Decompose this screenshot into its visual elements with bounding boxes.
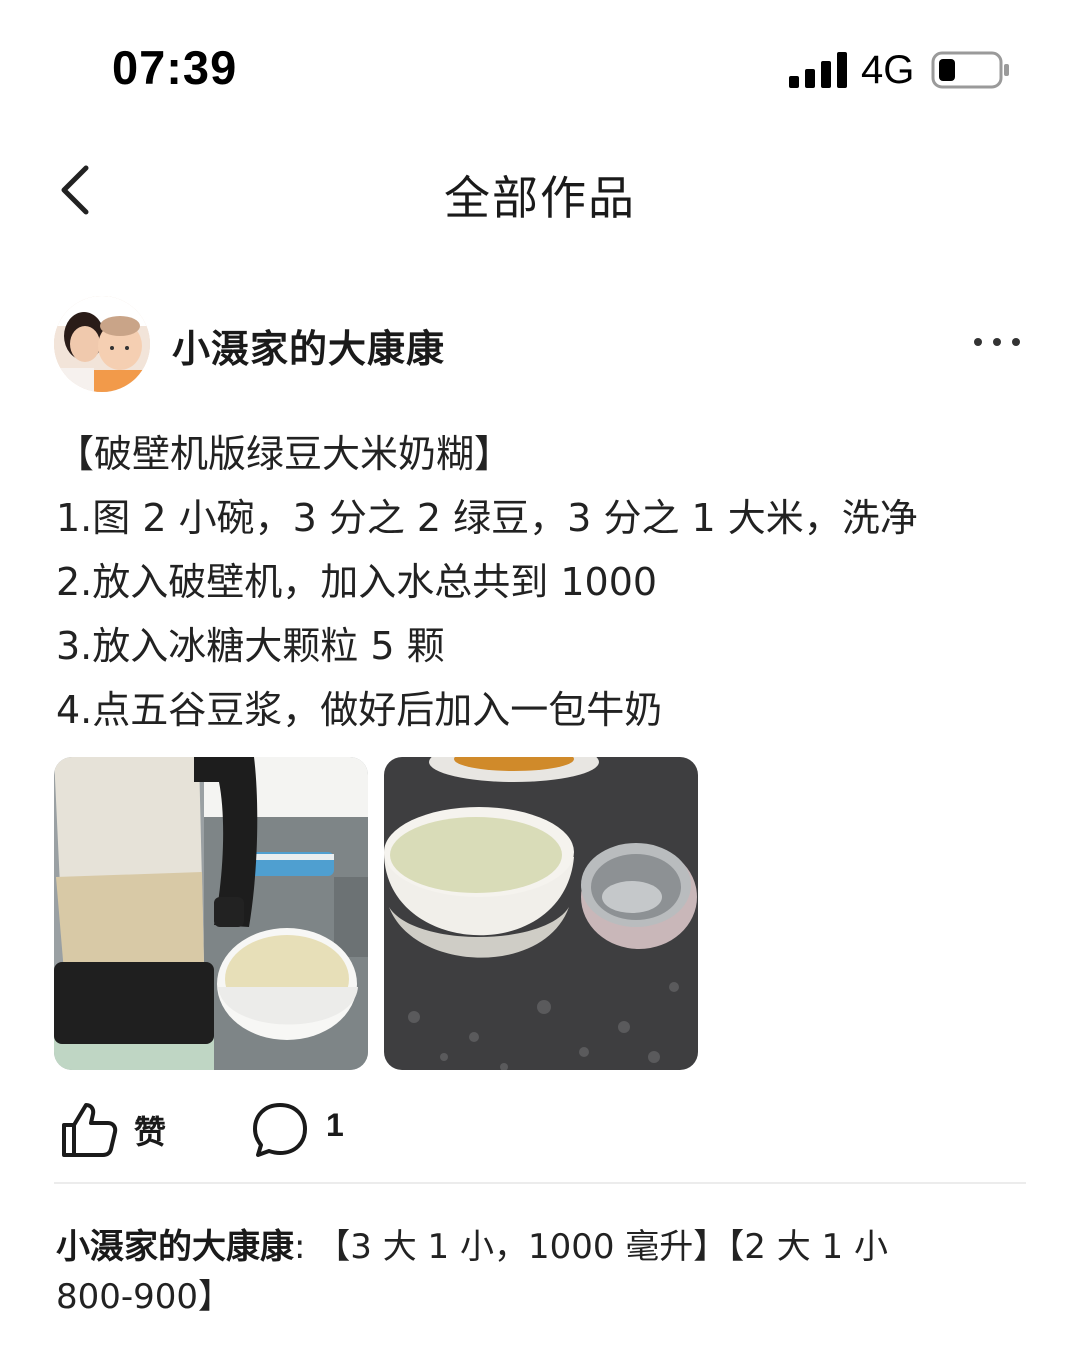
post-step-2: 2.放入破壁机，加入水总共到 1000 xyxy=(56,560,658,604)
post-title-line: 【破壁机版绿豆大米奶糊】 xyxy=(56,432,513,476)
post-actions: 赞 1 xyxy=(0,1095,1080,1165)
status-time: 07:39 xyxy=(112,41,238,94)
blender-photo xyxy=(54,757,368,1070)
like-label[interactable]: 赞 xyxy=(134,1107,166,1153)
network-type-label: 4G xyxy=(861,48,915,92)
post-step-1: 1.图 2 小碗，3 分之 2 绿豆，3 分之 1 大米，洗净 xyxy=(56,496,918,540)
comment-count[interactable]: 1 xyxy=(326,1107,344,1144)
battery-low-icon xyxy=(931,51,1009,89)
comment-separator: : xyxy=(294,1227,317,1267)
comment-item[interactable]: 小滠家的大康康: 【3 大 1 小，1000 毫升】【2 大 1 小 800-9… xyxy=(56,1222,956,1322)
more-horizontal-icon[interactable] xyxy=(970,330,1024,354)
status-bar: 07:39 4G xyxy=(0,0,1080,130)
post-header: 小滠家的大康康 xyxy=(0,290,1080,400)
post-image-1[interactable] xyxy=(54,757,368,1070)
thumbs-up-icon[interactable] xyxy=(58,1099,118,1159)
post-step-3: 3.放入冰糖大颗粒 5 颗 xyxy=(56,624,445,668)
bowls-photo xyxy=(384,757,698,1070)
divider xyxy=(54,1182,1026,1184)
avatar[interactable] xyxy=(54,296,150,392)
post-step-4: 4.点五谷豆浆，做好后加入一包牛奶 xyxy=(56,688,663,732)
page-title: 全部作品 xyxy=(444,171,636,225)
post-body: 【破壁机版绿豆大米奶糊】 1.图 2 小碗，3 分之 2 绿豆，3 分之 1 大… xyxy=(56,422,1036,742)
avatar-photo xyxy=(54,296,150,392)
comment-bubble-icon[interactable] xyxy=(250,1099,310,1159)
post-image-2[interactable] xyxy=(384,757,698,1070)
comment-author[interactable]: 小滠家的大康康 xyxy=(56,1227,294,1267)
cellular-signal-icon xyxy=(789,52,847,88)
navigation-bar: 全部作品 xyxy=(0,140,1080,240)
author-name[interactable]: 小滠家的大康康 xyxy=(172,318,445,373)
